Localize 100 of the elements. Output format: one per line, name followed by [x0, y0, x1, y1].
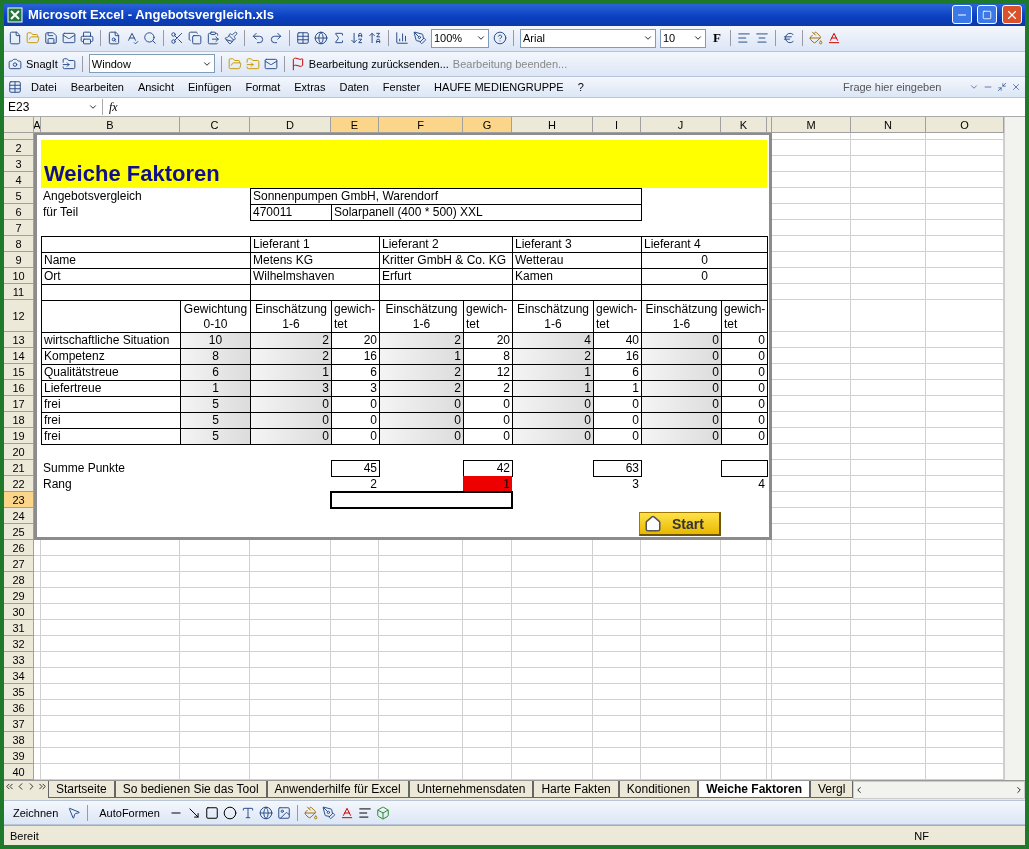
row-header[interactable]: 11: [4, 284, 34, 301]
workbook-icon[interactable]: [8, 80, 22, 95]
clipart-icon[interactable]: [258, 805, 273, 820]
column-header[interactable]: K: [721, 117, 767, 134]
row-header[interactable]: 18: [4, 412, 34, 429]
column-header[interactable]: E: [331, 117, 379, 134]
weight-cell[interactable]: 5: [180, 428, 251, 446]
snagit-label[interactable]: SnagIt: [26, 57, 58, 70]
column-header[interactable]: B: [41, 117, 180, 134]
zoom-field[interactable]: 100%: [431, 28, 489, 48]
undo-icon[interactable]: [251, 31, 265, 46]
row-header[interactable]: 21: [4, 460, 34, 477]
row-header[interactable]: 36: [4, 700, 34, 717]
paint-bucket-icon[interactable]: [808, 31, 823, 46]
row-header[interactable]: 35: [4, 684, 34, 701]
line-style-icon[interactable]: [357, 805, 372, 820]
row-header[interactable]: 39: [4, 748, 34, 765]
row-header[interactable]: 24: [4, 508, 34, 525]
function-label[interactable]: fx: [103, 99, 124, 115]
column-header[interactable]: I: [593, 117, 641, 134]
sheet-tab[interactable]: Unternehmensdaten: [408, 781, 534, 799]
row-header[interactable]: 13: [4, 332, 34, 349]
table-icon[interactable]: [296, 31, 310, 46]
menu-item[interactable]: Fenster: [377, 81, 426, 94]
row-header[interactable]: 29: [4, 588, 34, 605]
row-header[interactable]: 22: [4, 476, 34, 493]
sheet-tab[interactable]: Weiche Faktoren: [698, 781, 810, 799]
row-header[interactable]: 12: [4, 300, 34, 333]
row-header[interactable]: 38: [4, 732, 34, 749]
row-header[interactable]: 33: [4, 652, 34, 669]
maximize-button[interactable]: [977, 5, 997, 25]
sheet-tab[interactable]: Vergl: [810, 781, 854, 799]
font-color-icon[interactable]: [826, 31, 841, 46]
camera-icon[interactable]: [8, 56, 22, 71]
menu-item[interactable]: Format: [240, 81, 286, 94]
bar-chart-icon[interactable]: [395, 31, 409, 46]
row-header[interactable]: 7: [4, 220, 34, 237]
column-header[interactable]: [767, 117, 772, 134]
capture-icon[interactable]: [61, 56, 76, 71]
rectangle-icon[interactable]: [204, 805, 219, 820]
row-header[interactable]: 3: [4, 156, 34, 173]
spellcheck-icon[interactable]: [125, 31, 139, 46]
row-header[interactable]: 17: [4, 396, 34, 413]
column-header[interactable]: D: [250, 117, 331, 134]
row-header[interactable]: 8: [4, 236, 34, 253]
name-box[interactable]: E23: [4, 99, 103, 116]
font-field[interactable]: Arial: [520, 28, 656, 48]
sheet-tab[interactable]: Konditionen: [618, 781, 699, 799]
sort-ascending-icon[interactable]: [350, 31, 364, 46]
menu-item[interactable]: Extras: [289, 81, 331, 94]
arrow-icon[interactable]: [186, 805, 201, 820]
row-header[interactable]: 19: [4, 428, 34, 445]
help-search-field[interactable]: Frage hier eingeben: [841, 80, 965, 95]
column-header[interactable]: G: [463, 117, 512, 134]
paintbrush-icon[interactable]: [224, 31, 238, 46]
drawing-pen-icon[interactable]: [413, 31, 427, 46]
font-color-icon[interactable]: [339, 805, 354, 820]
restore-icon[interactable]: [997, 82, 1007, 93]
help-icon[interactable]: [493, 31, 507, 46]
row-header[interactable]: 32: [4, 636, 34, 653]
row-header[interactable]: 27: [4, 556, 34, 573]
column-header[interactable]: H: [512, 117, 593, 134]
row-header[interactable]: 37: [4, 716, 34, 733]
sheet-tab[interactable]: Harte Fakten: [533, 781, 619, 799]
copy-icon[interactable]: [188, 31, 202, 46]
menu-item[interactable]: Datei: [26, 81, 62, 94]
align-center-icon[interactable]: [754, 31, 769, 46]
rating-cell[interactable]: 0: [379, 428, 464, 446]
menu-item[interactable]: ?: [572, 81, 589, 94]
row-header[interactable]: 10: [4, 268, 34, 285]
sheet-tab[interactable]: So bedienen Sie das Tool: [114, 781, 267, 799]
row-header[interactable]: 31: [4, 620, 34, 637]
row-header[interactable]: 4: [4, 172, 34, 189]
row-header[interactable]: 15: [4, 364, 34, 381]
new-file-icon[interactable]: [8, 31, 22, 46]
close-icon[interactable]: [1011, 82, 1021, 93]
draw-menu-button[interactable]: Zeichnen: [8, 806, 64, 819]
start-button[interactable]: Start: [639, 512, 721, 537]
pointer-icon[interactable]: [67, 805, 82, 820]
rating-cell[interactable]: 0: [641, 428, 722, 446]
row-header[interactable]: 28: [4, 572, 34, 589]
column-header[interactable]: O: [926, 117, 1004, 134]
scroll-right-icon[interactable]: [1014, 785, 1024, 796]
column-header[interactable]: F: [379, 117, 463, 134]
horizontal-scrollbar[interactable]: [853, 781, 1025, 800]
search-icon[interactable]: [143, 31, 157, 46]
rating-cell[interactable]: 0: [512, 428, 594, 446]
ellipse-icon[interactable]: [222, 805, 237, 820]
review-command[interactable]: Bearbeitung zurücksenden...: [308, 57, 449, 70]
menu-item[interactable]: HAUFE MEDIENGRUPPE: [429, 81, 569, 94]
bold-button[interactable]: F: [710, 30, 724, 47]
row-header[interactable]: 16: [4, 380, 34, 397]
row-header[interactable]: 9: [4, 252, 34, 269]
sheet-tab[interactable]: Startseite: [48, 781, 115, 799]
sort-descending-icon[interactable]: [368, 31, 382, 46]
column-header[interactable]: M: [772, 117, 851, 134]
column-header[interactable]: C: [180, 117, 250, 134]
row-header[interactable]: 14: [4, 348, 34, 365]
row-header[interactable]: 30: [4, 604, 34, 621]
menu-item[interactable]: Ansicht: [132, 81, 179, 94]
